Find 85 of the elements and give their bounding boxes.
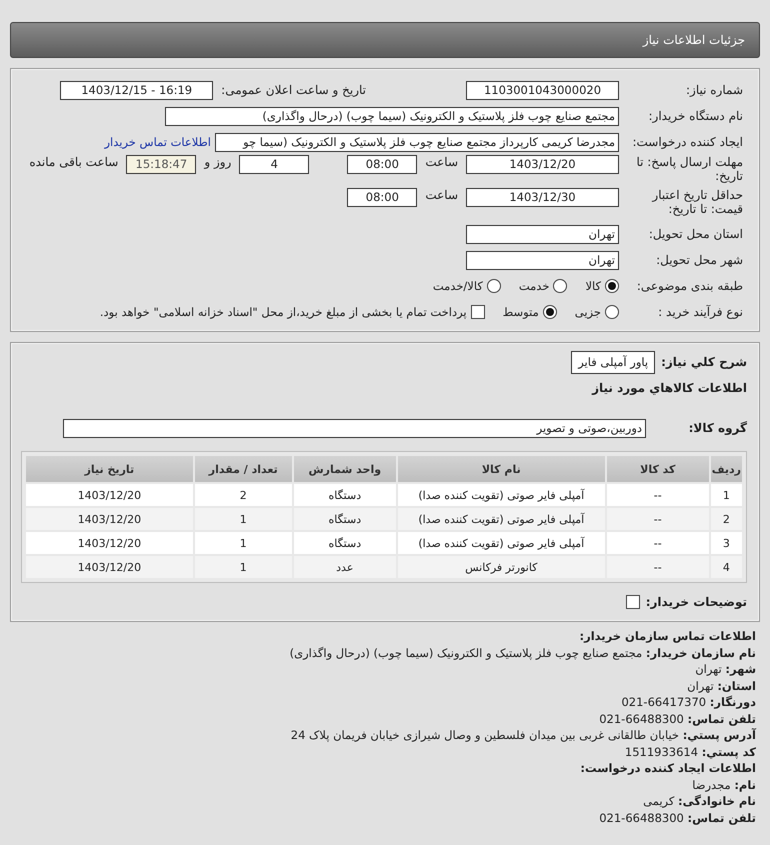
table-cell: -- xyxy=(606,484,709,506)
field-label: حداقل تاریخ اعتبار قیمت: تا تاریخ: xyxy=(650,188,744,217)
field-label: نام دستگاه خریدار: xyxy=(648,109,744,123)
buyer-contact-link[interactable]: اطلاعات تماس خریدار xyxy=(104,135,211,149)
table-cell: 1 xyxy=(710,484,742,506)
field-label: توضیحات خریدار: xyxy=(646,595,748,609)
contact-line: استان: تهران xyxy=(686,678,756,694)
contact-heading: اطلاعات ایجاد کننده درخواست: xyxy=(579,760,756,776)
radio-label: جزیی xyxy=(574,305,601,319)
field-label: تاریخ و ساعت اعلان عمومی: xyxy=(221,83,366,97)
table-cell: -- xyxy=(606,532,709,554)
contact-line: نام سازمان خریدار: مجتمع صنایع چوب فلز پلاستیک و الکترونیک (سیما چوب) (درحال واگذاری) xyxy=(288,644,756,661)
contact-line: نام: مجدرضا xyxy=(691,776,756,793)
table-cell: آمپلی فایر صوتی (تقویت کننده صدا) xyxy=(398,508,605,530)
table-cell: 1403/12/20 xyxy=(26,508,193,530)
table-cell: 1 xyxy=(194,508,292,530)
table-cell: 1403/12/20 xyxy=(26,532,193,554)
page-title: جزئیات اطلاعات نیاز xyxy=(642,33,745,47)
column-header: ردیف xyxy=(710,456,742,482)
radio-button[interactable] xyxy=(542,305,557,319)
table-cell: 1403/12/20 xyxy=(26,484,193,506)
province-field: تهران xyxy=(466,224,619,244)
field-label: شرح کلي نياز: xyxy=(661,355,748,369)
table-cell: 1 xyxy=(194,556,292,578)
days-label: روز و xyxy=(204,155,232,169)
table-cell: 2 xyxy=(194,484,292,506)
column-header: واحد شمارش xyxy=(294,456,396,482)
radio-button[interactable] xyxy=(553,279,568,293)
column-header: تعداد / مقدار xyxy=(194,456,292,482)
announce-date-field: 1403/12/15 - 16:19 xyxy=(60,80,214,100)
contact-heading: اطلاعات تماس سازمان خریدار: xyxy=(578,628,756,644)
table-cell: 1 xyxy=(194,532,292,554)
radio-label: متوسط xyxy=(502,305,539,319)
requester-field: مجدرضا کریمی کارپرداز مجتمع صنایع چوب فلز پلاستیک و الکترونیک (سیما چو xyxy=(215,132,619,152)
field-label: مهلت ارسال پاسخ: تا تاریخ: xyxy=(635,155,744,184)
table-cell: 1403/12/20 xyxy=(26,556,193,578)
table-cell: دستگاه xyxy=(294,508,396,530)
validity-time-field: 08:00 xyxy=(347,188,418,207)
table-cell: 2 xyxy=(710,508,742,530)
table-cell: عدد xyxy=(294,556,396,578)
deadline-time-field: 08:00 xyxy=(347,155,418,174)
table-cell: 4 xyxy=(710,556,742,578)
field-label: طبقه بندی موضوعی: xyxy=(636,279,744,293)
summary-field: پاور آمپلی فایر xyxy=(571,350,656,374)
radio-button[interactable] xyxy=(605,305,619,319)
field-label: نوع فرآیند خرید : xyxy=(657,305,744,319)
field-label: شماره نیاز: xyxy=(685,83,744,97)
remaining-label: ساعت باقی مانده xyxy=(29,155,118,169)
buyer-org-field: مجتمع صنایع چوب فلز پلاستیک و الکترونیک (سیما چوب) (درحال واگذاری) xyxy=(165,106,619,126)
table-cell: -- xyxy=(606,556,709,578)
radio-label: خدمت xyxy=(518,279,550,293)
field-label: ایجاد کننده درخواست: xyxy=(631,135,744,149)
time-label: ساعت xyxy=(425,155,458,169)
field-label: شهر محل تحویل: xyxy=(655,253,744,267)
table-cell: آمپلی فایر صوتی (تقویت کننده صدا) xyxy=(398,532,605,554)
table-cell: 3 xyxy=(710,532,742,554)
radio-button[interactable] xyxy=(605,279,619,293)
need-number-field: 1103001043000020 xyxy=(466,80,619,100)
contact-line: شهر: تهران xyxy=(694,661,756,678)
table-cell: آمپلی فایر صوتی (تقویت کننده صدا) xyxy=(398,484,605,506)
city-field: تهران xyxy=(466,250,619,270)
column-header: کد کالا xyxy=(606,456,709,482)
validity-date-field: 1403/12/30 xyxy=(466,188,619,207)
radio-button[interactable] xyxy=(486,279,501,293)
field-label: استان محل تحویل: xyxy=(648,227,744,241)
deadline-date-field: 1403/12/20 xyxy=(466,155,619,174)
radio-label: کالا/خدمت xyxy=(432,279,483,293)
days-field: 4 xyxy=(239,155,310,174)
table-cell: -- xyxy=(606,508,709,530)
checkbox[interactable] xyxy=(626,595,640,609)
contact-line: نام خانوادگی: کریمی xyxy=(642,793,756,810)
remaining-time-field: 15:18:47 xyxy=(126,155,196,174)
table-cell: کانورتر فرکانس xyxy=(398,556,605,578)
column-header: تاریخ نیاز xyxy=(26,456,193,482)
field-label: گروه کالا: xyxy=(688,421,748,435)
goods-group-field: دوربین،صوتی و تصویر xyxy=(63,418,646,438)
column-header: نام کالا xyxy=(398,456,605,482)
table-cell: دستگاه xyxy=(294,532,396,554)
contact-line: آدرس پستي: خیابان طالقانی غربی بین میدان فلسطین و وصال شیرازی خیابان فریمان پلاک 24 xyxy=(290,727,756,744)
time-label: ساعت xyxy=(425,188,458,202)
section-heading: اطلاعات کالاهاي مورد نياز xyxy=(592,381,748,395)
checkbox-label: پرداخت تمام یا بخشی از مبلغ خرید،از محل "اسناد خزانه اسلامی" خواهد بود. xyxy=(100,305,467,319)
checkbox[interactable] xyxy=(470,305,485,319)
table-cell: دستگاه xyxy=(294,484,396,506)
radio-label: کالا xyxy=(585,279,601,293)
